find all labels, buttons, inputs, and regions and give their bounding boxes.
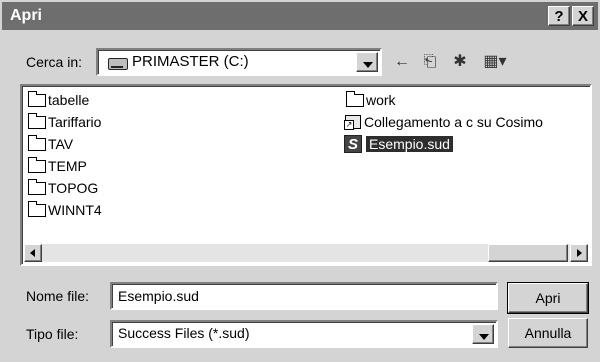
filetype-value: Success Files (*.sud) [118,325,250,341]
list-item-label: Collegamento a c su Cosimo [364,114,543,130]
list-item[interactable]: work [346,90,396,110]
folder-icon [28,90,46,107]
filetype-combobox[interactable]: Success Files (*.sud) [110,320,498,348]
look-in-value: PRIMASTER (C:) [132,53,249,70]
filename-input[interactable]: Esempio.sud [110,282,498,310]
list-item-label: Tariffario [48,114,102,130]
filename-label: Nome file: [26,288,90,304]
new-folder-icon[interactable]: ✱ [448,50,472,74]
list-item-label: TOPOG [48,180,99,196]
look-in-combobox[interactable]: PRIMASTER (C:) [96,48,382,76]
folder-icon [28,200,46,217]
up-folder-icon[interactable]: ⎗ [418,50,442,74]
list-item-label: tabelle [48,92,90,108]
folder-icon [28,134,46,151]
folder-icon [346,90,364,107]
scroll-left-button[interactable] [24,244,42,262]
list-item[interactable]: Tariffario [28,112,101,132]
file-list[interactable]: tabelle Tariffario TAV TEMP TOPOG WINNT4… [20,84,592,266]
scroll-thumb[interactable] [488,244,568,262]
back-icon[interactable]: ← [390,50,414,74]
hard-drive-icon [108,58,128,70]
view-menu-icon[interactable]: ▦▾ [478,50,512,74]
list-item[interactable]: TAV [28,134,73,154]
list-item-selected[interactable]: S Esempio.sud [344,134,453,154]
list-item-label: TAV [48,136,74,152]
list-item[interactable]: tabelle [28,90,89,110]
folder-icon [28,112,46,129]
cancel-button[interactable]: Annulla [508,318,588,348]
list-item[interactable]: WINNT4 [28,200,102,220]
list-item[interactable]: TEMP [28,156,87,176]
look-in-dropdown-button[interactable] [356,52,378,72]
open-dialog: Apri ? X Cerca in: PRIMASTER (C:) ← ⎗ ✱ … [0,0,600,362]
scroll-right-button[interactable] [570,244,588,262]
horizontal-scrollbar[interactable] [24,244,588,262]
close-button[interactable]: X [572,6,594,26]
folder-icon [28,156,46,173]
filetype-label: Tipo file: [26,326,79,342]
shortcut-icon: ↗ [344,114,362,131]
dialog-title: Apri [10,7,42,24]
folder-icon [28,178,46,195]
help-button[interactable]: ? [548,6,570,26]
list-item[interactable]: TOPOG [28,178,98,198]
list-item-label: Esempio.sud [366,136,453,152]
sud-file-icon: S [344,135,362,154]
look-in-label: Cerca in: [26,54,83,70]
open-button[interactable]: Apri [507,282,589,314]
list-item-label: WINNT4 [48,202,102,218]
list-item-label: work [366,92,396,108]
title-bar: Apri ? X [2,2,598,30]
filetype-dropdown-button[interactable] [472,324,494,344]
list-item[interactable]: ↗ Collegamento a c su Cosimo [344,112,543,132]
list-item-label: TEMP [48,158,87,174]
